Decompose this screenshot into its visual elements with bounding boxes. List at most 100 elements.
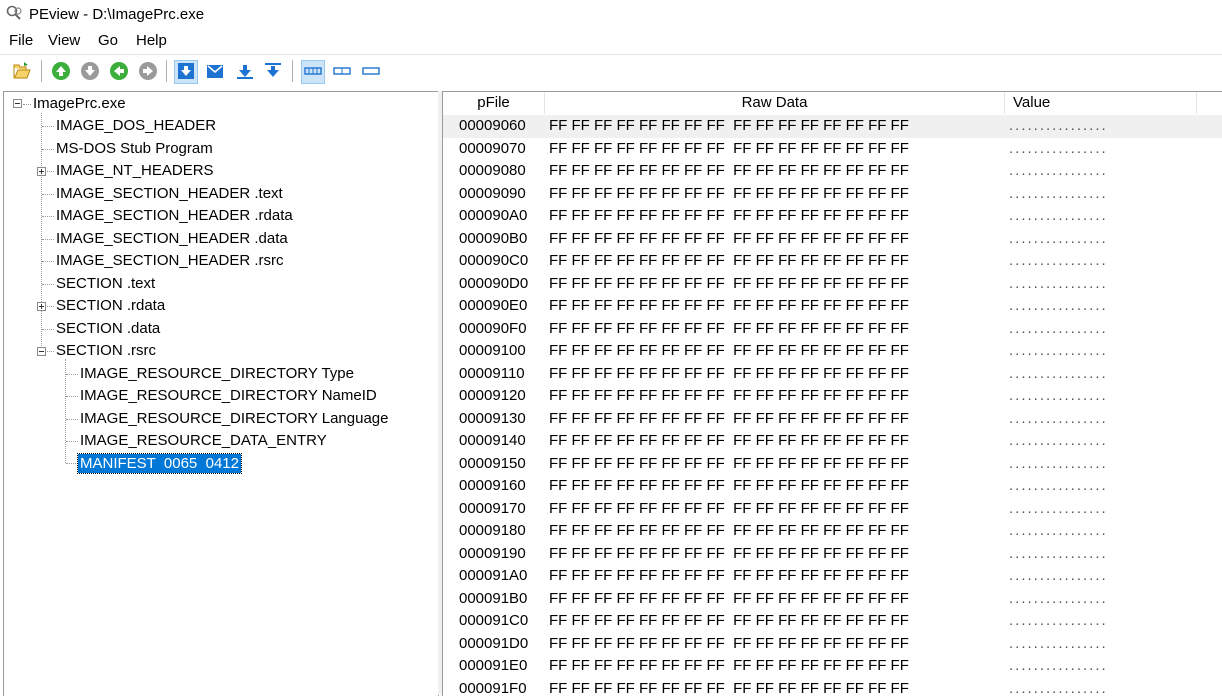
row-raw-bytes: FF FF FF FF FF FF FF FF FF FF FF FF FF F… [549,588,909,610]
tree-item-section-header-data[interactable]: IMAGE_SECTION_HEADER .data [54,229,290,248]
back-icon[interactable] [109,61,129,81]
row-raw-bytes: FF FF FF FF FF FF FF FF FF FF FF FF FF F… [549,340,909,362]
menu-go[interactable]: Go [95,32,121,49]
row-address: 00009060 [459,115,526,137]
row-address: 000090A0 [459,205,527,227]
row-raw-bytes: FF FF FF FF FF FF FF FF FF FF FF FF FF F… [549,183,909,205]
hex-row[interactable]: 00009180FF FF FF FF FF FF FF FF FF FF FF… [443,520,1222,543]
view-left-icon[interactable] [235,61,255,81]
row-raw-bytes: FF FF FF FF FF FF FF FF FF FF FF FF FF F… [549,520,909,542]
rdata-expand-toggle[interactable] [37,302,46,311]
row-address: 000090B0 [459,228,527,250]
row-ascii-value: ................ [1009,543,1108,565]
view-envelope-icon[interactable] [205,61,225,81]
hex-row[interactable]: 000091F0FF FF FF FF FF FF FF FF FF FF FF… [443,678,1222,696]
tree-item-resource-data-entry[interactable]: IMAGE_RESOURCE_DATA_ENTRY [78,431,329,450]
row-address: 00009170 [459,498,526,520]
view-right-icon[interactable] [263,61,283,81]
row-raw-bytes: FF FF FF FF FF FF FF FF FF FF FF FF FF F… [549,655,909,677]
hex-row[interactable]: 00009080FF FF FF FF FF FF FF FF FF FF FF… [443,160,1222,183]
row-raw-bytes: FF FF FF FF FF FF FF FF FF FF FF FF FF F… [549,475,909,497]
column-header-raw-data[interactable]: Raw Data [545,92,1005,114]
hex-row[interactable]: 000091A0FF FF FF FF FF FF FF FF FF FF FF… [443,565,1222,588]
row-address: 00009130 [459,408,526,430]
dword-view-icon[interactable] [361,61,381,81]
row-ascii-value: ................ [1009,340,1108,362]
hex-row[interactable]: 000090F0FF FF FF FF FF FF FF FF FF FF FF… [443,318,1222,341]
row-address: 000090D0 [459,273,528,295]
row-ascii-value: ................ [1009,205,1108,227]
tree-connector [42,261,54,262]
forward-icon[interactable] [138,61,158,81]
hex-row[interactable]: 000091E0FF FF FF FF FF FF FF FF FF FF FF… [443,655,1222,678]
hex-row[interactable]: 000090E0FF FF FF FF FF FF FF FF FF FF FF… [443,295,1222,318]
word-view-icon[interactable] [332,61,352,81]
down-icon[interactable] [80,61,100,81]
hex-row[interactable]: 00009190FF FF FF FF FF FF FF FF FF FF FF… [443,543,1222,566]
tree-item-section-header-rsrc[interactable]: IMAGE_SECTION_HEADER .rsrc [54,251,286,270]
tree-item-resource-dir-type[interactable]: IMAGE_RESOURCE_DIRECTORY Type [78,364,356,383]
row-ascii-value: ................ [1009,565,1108,587]
rsrc-collapse-toggle[interactable] [37,347,46,356]
tree-item-resource-dir-language[interactable]: IMAGE_RESOURCE_DIRECTORY Language [78,409,390,428]
tree-item-section-header-rdata[interactable]: IMAGE_SECTION_HEADER .rdata [54,206,295,225]
hex-row[interactable]: 00009070FF FF FF FF FF FF FF FF FF FF FF… [443,138,1222,161]
row-raw-bytes: FF FF FF FF FF FF FF FF FF FF FF FF FF F… [549,273,909,295]
row-address: 000090F0 [459,318,527,340]
row-address: 000091A0 [459,565,527,587]
hex-row[interactable]: 000090C0FF FF FF FF FF FF FF FF FF FF FF… [443,250,1222,273]
nt-headers-expand-toggle[interactable] [37,167,46,176]
hex-row[interactable]: 000090D0 FF FF FF FF FF FF FF FF FF FF FF… [443,273,1222,296]
hex-row[interactable]: 00009120FF FF FF FF FF FF FF FF FF FF FF… [443,385,1222,408]
hex-row[interactable]: 000091C0FF FF FF FF FF FF FF FF FF FF FF… [443,610,1222,633]
column-header-value[interactable]: Value [1005,92,1197,114]
menu-bar: File View Go Help [0,30,1222,53]
tree-item-section-header-text[interactable]: IMAGE_SECTION_HEADER .text [54,184,285,203]
hex-row[interactable]: 00009100FF FF FF FF FF FF FF FF FF FF FF… [443,340,1222,363]
row-raw-bytes: FF FF FF FF FF FF FF FF FF FF FF FF FF F… [549,408,909,430]
hex-row[interactable]: 000091B0FF FF FF FF FF FF FF FF FF FF FF… [443,588,1222,611]
hex-row[interactable]: 00009090 FF FF FF FF FF FF FF FF FF FF FF… [443,183,1222,206]
hex-row[interactable]: 00009060FF FF FF FF FF FF FF FF FF FF FF… [443,115,1222,138]
tree-item-nt-headers[interactable]: IMAGE_NT_HEADERS [54,161,216,180]
hex-row[interactable]: 000090B0FF FF FF FF FF FF FF FF FF FF FF… [443,228,1222,251]
tree-connector [66,463,78,464]
tree-view[interactable]: ImagePrc.exe IMAGE_DOS_HEADER MS-DOS Stu… [3,91,439,696]
tree-item-section-text[interactable]: SECTION .text [54,274,157,293]
row-raw-bytes: FF FF FF FF FF FF FF FF FF FF FF FF FF F… [549,363,909,385]
tree-connector [66,374,78,375]
row-address: 00009090 [459,183,526,205]
tree-item-dos-header[interactable]: IMAGE_DOS_HEADER [54,116,218,135]
hex-view[interactable]: pFile Raw Data Value 00009060FF FF FF FF… [442,91,1222,696]
menu-help[interactable]: Help [133,32,170,49]
hex-row[interactable]: 00009160FF FF FF FF FF FF FF FF FF FF FF… [443,475,1222,498]
tree-item-resource-dir-nameid[interactable]: IMAGE_RESOURCE_DIRECTORY NameID [78,386,379,405]
up-icon[interactable] [51,61,71,81]
byte-view-icon[interactable] [303,61,323,81]
row-raw-bytes: FF FF FF FF FF FF FF FF FF FF FF FF FF F… [549,498,909,520]
row-ascii-value: ................ [1009,655,1108,677]
menu-file[interactable]: File [6,32,36,49]
hex-row[interactable]: 00009110FF FF FF FF FF FF FF FF FF FF FF… [443,363,1222,386]
hex-row[interactable]: 00009130 FF FF FF FF FF FF FF FF FF FF FF… [443,408,1222,431]
tree-item-root[interactable]: ImagePrc.exe [31,94,128,113]
tree-item-section-rsrc[interactable]: SECTION .rsrc [54,341,158,360]
column-header-pfile[interactable]: pFile [443,92,545,114]
tree-item-manifest-selected[interactable]: MANIFEST 0065 0412 [78,454,241,473]
view-down-icon[interactable] [176,61,196,81]
hex-row[interactable]: 000091D0FF FF FF FF FF FF FF FF FF FF FF… [443,633,1222,656]
toolbar-separator [166,60,167,82]
hex-row[interactable]: 00009150FF FF FF FF FF FF FF FF FF FF FF… [443,453,1222,476]
row-ascii-value: ................ [1009,678,1108,696]
tree-item-dos-stub[interactable]: MS-DOS Stub Program [54,139,215,158]
tree-connector [42,149,54,150]
hex-row[interactable]: 000090A0FF FF FF FF FF FF FF FF FF FF FF… [443,205,1222,228]
row-ascii-value: ................ [1009,475,1108,497]
open-file-icon[interactable] [12,61,32,81]
root-collapse-toggle[interactable] [13,99,22,108]
tree-item-section-rdata[interactable]: SECTION .rdata [54,296,167,315]
hex-row[interactable]: 00009140FF FF FF FF FF FF FF FF FF FF FF… [443,430,1222,453]
menu-view[interactable]: View [45,32,83,49]
hex-row[interactable]: 00009170 FF FF FF FF FF FF FF FF FF FF FF… [443,498,1222,521]
tree-item-section-data[interactable]: SECTION .data [54,319,162,338]
